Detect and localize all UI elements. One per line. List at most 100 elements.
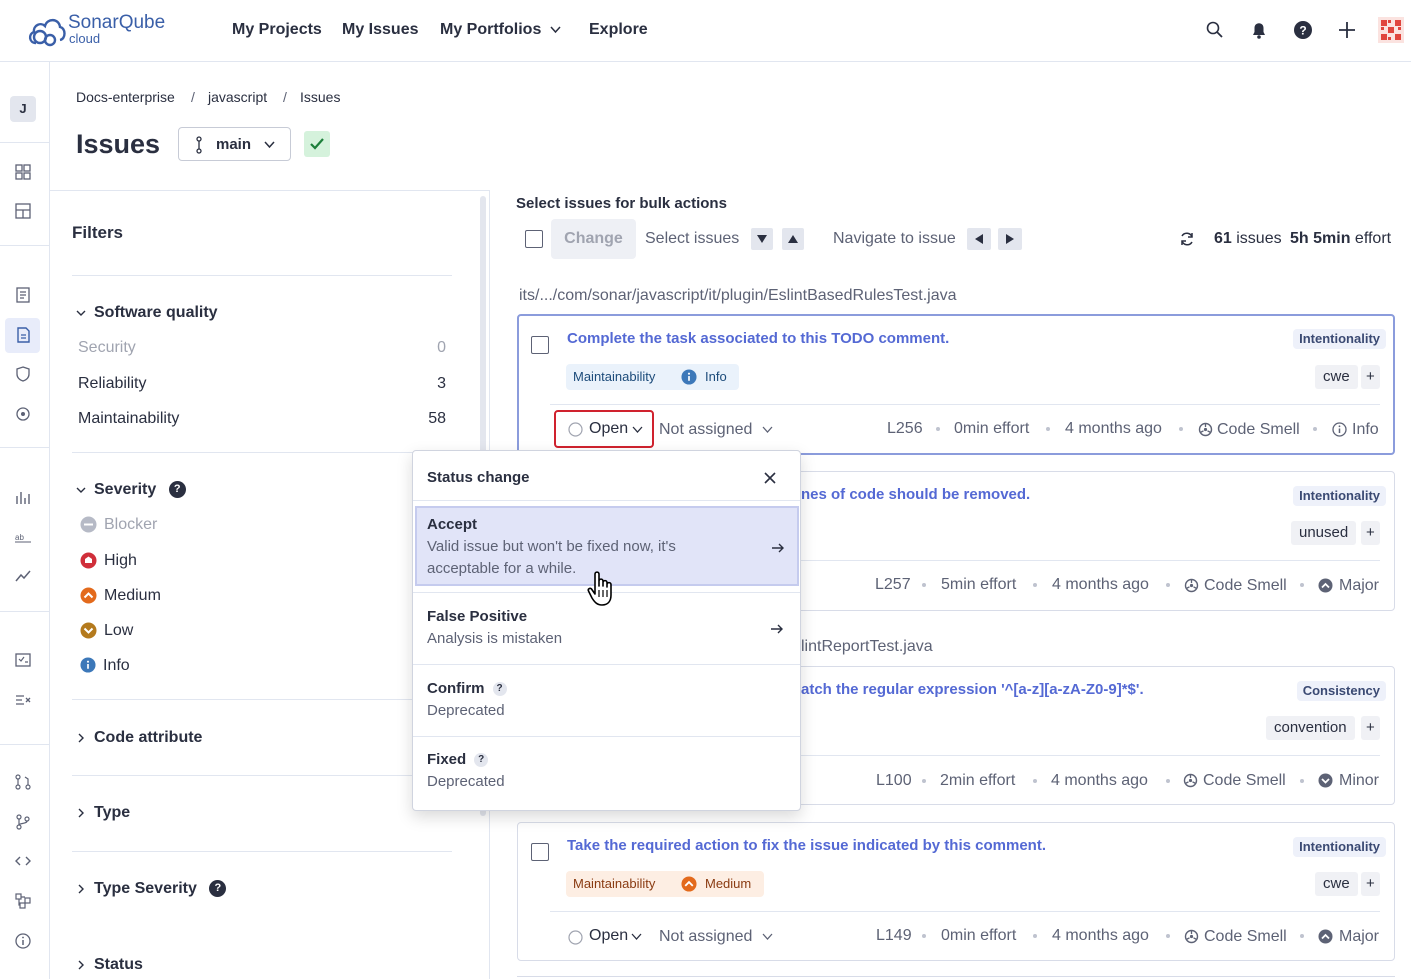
add-tag-button[interactable]: + bbox=[1361, 521, 1380, 545]
breadcrumb-org[interactable]: Docs-enterprise bbox=[76, 89, 175, 105]
bell-icon[interactable] bbox=[1249, 20, 1269, 40]
filter-software-quality[interactable]: Software quality bbox=[94, 303, 218, 323]
activity-icon[interactable] bbox=[14, 567, 32, 585]
info-icon[interactable] bbox=[14, 932, 32, 950]
nav-my-portfolios[interactable]: My Portfolios bbox=[440, 20, 541, 40]
code-brackets-icon[interactable] bbox=[14, 852, 32, 870]
nav-explore[interactable]: Explore bbox=[589, 20, 648, 40]
filter-code-attribute[interactable]: Code attribute bbox=[94, 728, 202, 748]
filter-item-reliability[interactable]: Reliability bbox=[78, 374, 146, 394]
status-value[interactable]: Open bbox=[589, 419, 628, 439]
help-icon[interactable]: ? bbox=[209, 880, 227, 898]
issue-tag[interactable]: cwe bbox=[1315, 365, 1358, 389]
add-tag-button[interactable]: + bbox=[1361, 365, 1380, 389]
summary-icon[interactable] bbox=[14, 286, 32, 304]
option-confirm[interactable]: Confirm? Deprecated bbox=[413, 665, 800, 736]
filter-status[interactable]: Status bbox=[94, 955, 143, 975]
status-value[interactable]: Open bbox=[589, 926, 628, 946]
software-quality-badge[interactable]: Maintainability Info bbox=[566, 364, 739, 390]
issue-tag[interactable]: unused bbox=[1291, 521, 1357, 545]
chevron-down-icon[interactable] bbox=[631, 933, 642, 941]
issue-tag[interactable]: convention bbox=[1266, 716, 1355, 740]
issue-age[interactable]: 4 months ago bbox=[1052, 575, 1149, 595]
quality-gate-status[interactable] bbox=[304, 131, 330, 157]
code-icon[interactable]: ab bbox=[14, 528, 32, 546]
select-all-checkbox[interactable] bbox=[525, 230, 543, 248]
issue-checkbox[interactable] bbox=[531, 336, 549, 354]
sonarqube-logo-icon[interactable] bbox=[26, 12, 66, 48]
chevron-down-icon[interactable] bbox=[762, 933, 773, 941]
chevron-down-icon[interactable] bbox=[632, 426, 643, 434]
overview-icon[interactable] bbox=[14, 163, 32, 181]
navigate-next-button[interactable] bbox=[998, 228, 1022, 250]
chevron-down-icon[interactable] bbox=[76, 308, 86, 318]
chevron-down-icon[interactable] bbox=[762, 426, 773, 434]
select-next-button[interactable] bbox=[751, 228, 773, 250]
issue-line[interactable]: L149 bbox=[876, 926, 912, 946]
search-icon[interactable] bbox=[1205, 20, 1225, 40]
add-tag-button[interactable]: + bbox=[1361, 872, 1380, 896]
change-button[interactable]: Change bbox=[551, 219, 636, 259]
issue-age[interactable]: 4 months ago bbox=[1051, 771, 1148, 791]
assignee[interactable]: Not assigned bbox=[659, 927, 752, 947]
help-icon[interactable]: ? bbox=[1293, 20, 1313, 40]
issues-icon[interactable] bbox=[14, 326, 32, 344]
close-icon[interactable] bbox=[763, 471, 777, 485]
filter-item-low[interactable]: Low bbox=[104, 621, 133, 641]
add-tag-button[interactable]: + bbox=[1361, 716, 1380, 740]
plus-icon[interactable] bbox=[1337, 20, 1357, 40]
chevron-right-icon[interactable] bbox=[76, 808, 86, 818]
file-path[interactable]: lintReportTest.java bbox=[801, 637, 933, 657]
filter-severity[interactable]: Severity ? bbox=[94, 480, 186, 500]
chevron-right-icon[interactable] bbox=[76, 884, 86, 894]
option-fixed[interactable]: Fixed? Deprecated bbox=[413, 737, 800, 810]
filter-item-info[interactable]: Info bbox=[103, 656, 130, 676]
filter-item-security[interactable]: Security bbox=[78, 338, 136, 358]
issue-age[interactable]: 4 months ago bbox=[1065, 419, 1162, 439]
issue-line[interactable]: L256 bbox=[887, 419, 923, 439]
clean-code-attribute[interactable]: Intentionality bbox=[1293, 329, 1386, 349]
filter-type[interactable]: Type bbox=[94, 803, 130, 823]
navigate-prev-button[interactable] bbox=[967, 228, 991, 250]
issue-age[interactable]: 4 months ago bbox=[1052, 926, 1149, 946]
filter-item-medium[interactable]: Medium bbox=[104, 586, 161, 606]
quality-gate-icon[interactable] bbox=[14, 691, 32, 709]
filter-item-blocker[interactable]: Blocker bbox=[104, 515, 157, 535]
software-quality-badge[interactable]: Maintainability Medium bbox=[566, 871, 764, 897]
help-icon[interactable]: ? bbox=[474, 753, 489, 768]
security-hotspots-icon[interactable] bbox=[14, 365, 32, 383]
layout-icon[interactable] bbox=[14, 202, 32, 220]
filter-type-severity[interactable]: Type Severity ? bbox=[94, 879, 227, 899]
chevron-down-icon[interactable] bbox=[550, 26, 561, 34]
issue-checkbox[interactable] bbox=[531, 843, 549, 861]
chevron-right-icon[interactable] bbox=[76, 733, 86, 743]
issue-title[interactable]: nes of code should be removed. bbox=[801, 485, 1030, 505]
pull-requests-icon[interactable] bbox=[14, 773, 32, 791]
avatar-icon[interactable] bbox=[1378, 17, 1404, 43]
issue-tag[interactable]: cwe bbox=[1315, 872, 1358, 896]
dependency-risk-icon[interactable] bbox=[14, 405, 32, 423]
quality-profile-icon[interactable] bbox=[14, 651, 32, 669]
clean-code-attribute[interactable]: Intentionality bbox=[1293, 486, 1386, 506]
breadcrumb-project[interactable]: javascript bbox=[208, 89, 267, 105]
chevron-right-icon[interactable] bbox=[76, 960, 86, 970]
branch-selector[interactable]: main bbox=[178, 127, 291, 161]
chevron-down-icon[interactable] bbox=[76, 485, 86, 495]
nav-my-projects[interactable]: My Projects bbox=[232, 20, 322, 40]
nav-my-issues[interactable]: My Issues bbox=[342, 20, 418, 40]
issue-title[interactable]: atch the regular expression '^[a-z][a-zA… bbox=[801, 680, 1144, 700]
help-icon[interactable]: ? bbox=[168, 481, 186, 499]
help-icon[interactable]: ? bbox=[492, 682, 507, 697]
clean-code-attribute[interactable]: Consistency bbox=[1296, 681, 1386, 701]
select-prev-button[interactable] bbox=[782, 228, 804, 250]
refresh-icon[interactable] bbox=[1178, 230, 1196, 248]
issue-line[interactable]: L257 bbox=[875, 575, 911, 595]
assignee[interactable]: Not assigned bbox=[659, 420, 752, 440]
filter-item-maintainability[interactable]: Maintainability bbox=[78, 409, 179, 429]
issue-title[interactable]: Take the required action to fix the issu… bbox=[567, 836, 1046, 856]
filter-item-high[interactable]: High bbox=[104, 551, 137, 571]
file-path[interactable]: its/.../com/sonar/javascript/it/plugin/E… bbox=[519, 286, 957, 306]
brand-name[interactable]: SonarQube bbox=[68, 13, 165, 33]
clean-code-attribute[interactable]: Intentionality bbox=[1293, 837, 1386, 857]
measures-icon[interactable] bbox=[14, 488, 32, 506]
